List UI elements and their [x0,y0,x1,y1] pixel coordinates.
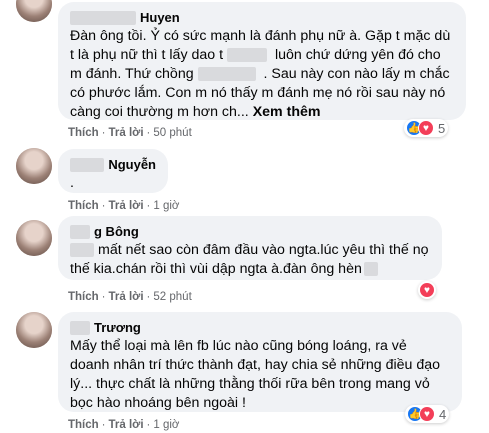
comment-text: Đàn ông tồi. Ỷ có sức mạnh là đánh phụ n… [70,28,451,120]
love-icon: ♥ [419,282,435,298]
reaction-summary[interactable]: 👍 ♥ 5 [404,119,449,137]
timestamp[interactable]: 50 phút [153,127,191,139]
avatar[interactable] [16,148,52,184]
love-icon: ♥ [419,406,435,422]
reaction-summary[interactable]: 👍 ♥ 4 [405,405,450,423]
comment-actions: Thích · Trả lời · 50 phút [68,127,192,139]
like-button[interactable]: Thích [68,200,99,212]
like-button[interactable]: Thích [68,291,99,303]
comment-text: mất nết sao còn đâm đầu vào ngta.lúc yêu… [70,242,429,277]
avatar[interactable] [16,0,52,22]
love-icon: ♥ [418,120,434,136]
comment-actions: Thích · Trả lời · 1 giờ [68,200,180,212]
see-more-link[interactable]: Xem thêm [253,104,321,120]
like-button[interactable]: Thích [68,419,99,431]
comment-bubble: g Bông mất nết sao còn đâm đầu vào ngta.… [58,216,442,280]
reply-button[interactable]: Trả lời [109,200,144,212]
timestamp[interactable]: 1 giờ [153,200,179,212]
commenter-name[interactable]: Nguyễn [70,156,156,173]
comment-bubble: Huyen Đàn ông tồi. Ỷ có sức mạnh là đánh… [58,2,466,120]
reply-button[interactable]: Trả lời [109,419,144,431]
reaction-count: 4 [439,406,447,422]
comment-actions: Thích · Trả lời · 1 giờ [68,419,180,431]
reaction-count: 5 [438,120,446,136]
avatar[interactable] [16,312,52,348]
comment-bubble: Trương Mấy thể loại mà lên fb lúc nào cũ… [58,312,462,412]
timestamp[interactable]: 1 giờ [153,419,179,431]
comment-bubble: Nguyễn . [58,149,168,193]
commenter-name[interactable]: Huyen [70,9,454,26]
commenter-name[interactable]: g Bông [70,223,430,240]
reaction-summary[interactable]: ♥ [418,281,436,299]
timestamp[interactable]: 52 phút [153,291,191,303]
comment-actions: Thích · Trả lời · 52 phút [68,291,192,303]
comment-text: . [70,175,74,191]
reply-button[interactable]: Trả lời [109,291,144,303]
commenter-name[interactable]: Trương [70,319,450,336]
like-button[interactable]: Thích [68,127,99,139]
comment-text: Mấy thể loại mà lên fb lúc nào cũng bóng… [70,338,441,411]
reply-button[interactable]: Trả lời [109,127,144,139]
avatar[interactable] [16,220,52,256]
